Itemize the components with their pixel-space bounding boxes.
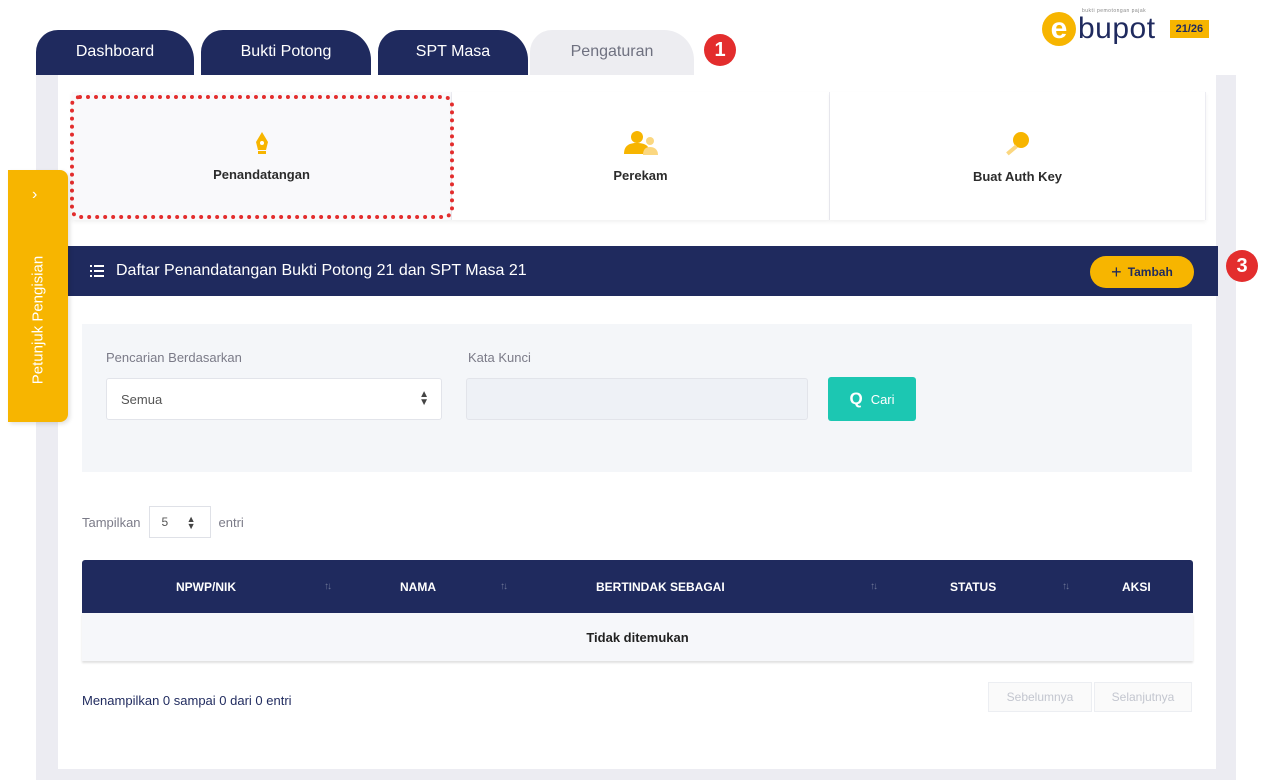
card-buat-auth-key[interactable]: Buat Auth Key [830, 92, 1206, 220]
card-label: Buat Auth Key [972, 168, 1063, 184]
section-title: Daftar Penandatangan Bukti Potong 21 dan… [116, 262, 527, 279]
search-button[interactable]: Q Cari [828, 377, 916, 421]
add-button[interactable]: + Tambah [1090, 256, 1194, 288]
col-bertindak-sebagai[interactable]: BERTINDAK SEBAGAI [596, 560, 725, 613]
users-icon [623, 130, 658, 155]
col-nama[interactable]: NAMA [400, 560, 436, 613]
card-perekam[interactable]: Perekam [452, 92, 830, 220]
sort-icon[interactable]: ↑↓ [1062, 560, 1070, 613]
select-arrows-icon: ▲ ▼ [419, 389, 429, 408]
tab-label: Pengaturan [570, 42, 654, 60]
key-icon [1005, 131, 1029, 155]
logo-e-icon: e [1042, 12, 1076, 46]
tab-bukti-potong[interactable]: Bukti Potong [201, 30, 371, 75]
col-aksi: AKSI [1122, 579, 1151, 594]
filter-select-value: Semua [121, 391, 163, 407]
list-icon [90, 265, 104, 277]
table-header: NPWP/NIK ↑↓ NAMA ↑↓ BERTINDAK SEBAGAI ↑↓… [82, 560, 1193, 613]
settings-cards: Penandatangan Perekam Buat Auth Key [72, 92, 1206, 220]
entries-select[interactable]: 5 ▲ ▼ [148, 506, 211, 538]
tab-label: SPT Masa [415, 42, 491, 60]
prev-button[interactable]: Sebelumnya [988, 682, 1092, 712]
search-button-label: Cari [870, 391, 895, 407]
sort-icon[interactable]: ↑↓ [324, 560, 332, 613]
page: Dashboard Bukti Potong SPT Masa Pengatur… [0, 0, 1266, 784]
tab-label: Bukti Potong [240, 42, 332, 60]
logo-badge: 21/26 [1169, 20, 1210, 38]
card-penandatangan[interactable]: Penandatangan [72, 92, 452, 220]
search-icon: Q [849, 389, 863, 408]
ebupot-logo: e bukti pemotongan pajak bupot 21/26 [1042, 8, 1210, 46]
sort-icon[interactable]: ↑↓ [500, 560, 508, 613]
entries-prefix: Tampilkan [82, 514, 141, 530]
table-info: Menampilkan 0 sampai 0 dari 0 entri [82, 693, 292, 708]
chevron-right-icon: › [32, 186, 38, 203]
add-button-label: Tambah [1127, 265, 1173, 279]
select-arrows-icon: ▲ ▼ [186, 514, 196, 531]
entries-value: 5 [161, 515, 169, 529]
signers-table: NPWP/NIK ↑↓ NAMA ↑↓ BERTINDAK SEBAGAI ↑↓… [82, 560, 1193, 661]
tab-label: Dashboard [75, 42, 155, 60]
keyword-input[interactable] [466, 378, 808, 420]
empty-row: Tidak ditemukan [82, 613, 1193, 661]
search-panel: Pencarian Berdasarkan Kata Kunci Semua ▲… [82, 324, 1192, 472]
filter-label: Pencarian Berdasarkan [106, 350, 242, 365]
logo-tagline: bukti pemotongan pajak [1082, 8, 1147, 14]
keyword-label: Kata Kunci [468, 350, 531, 365]
section-header: Daftar Penandatangan Bukti Potong 21 dan… [66, 246, 1218, 296]
marker-1: 1 [704, 34, 736, 66]
guide-side-tab[interactable]: › Petunjuk Pengisian [8, 170, 68, 422]
entries-suffix: entri [218, 514, 244, 530]
next-button[interactable]: Selanjutnya [1094, 682, 1192, 712]
logo-text: bukti pemotongan pajak bupot [1078, 8, 1156, 46]
col-npwp-nik[interactable]: NPWP/NIK [176, 560, 236, 613]
tab-pengaturan[interactable]: Pengaturan [530, 30, 694, 75]
sort-icon[interactable]: ↑↓ [870, 560, 878, 613]
marker-3: 3 [1226, 250, 1258, 282]
card-label: Penandatangan [213, 166, 310, 182]
plus-icon: + [1111, 262, 1122, 282]
entries-control: Tampilkan 5 ▲ ▼ entri [82, 506, 244, 538]
guide-label: Petunjuk Pengisian [29, 255, 47, 385]
filter-select[interactable]: Semua ▲ ▼ [106, 378, 442, 420]
card-label: Perekam [613, 167, 668, 183]
col-status[interactable]: STATUS [950, 560, 996, 613]
tab-dashboard[interactable]: Dashboard [36, 30, 194, 75]
tab-spt-masa[interactable]: SPT Masa [378, 30, 528, 75]
pagination: Sebelumnya Selanjutnya [988, 682, 1192, 712]
logo-wordmark: bupot [1078, 12, 1156, 45]
pen-nib-icon [255, 131, 268, 154]
